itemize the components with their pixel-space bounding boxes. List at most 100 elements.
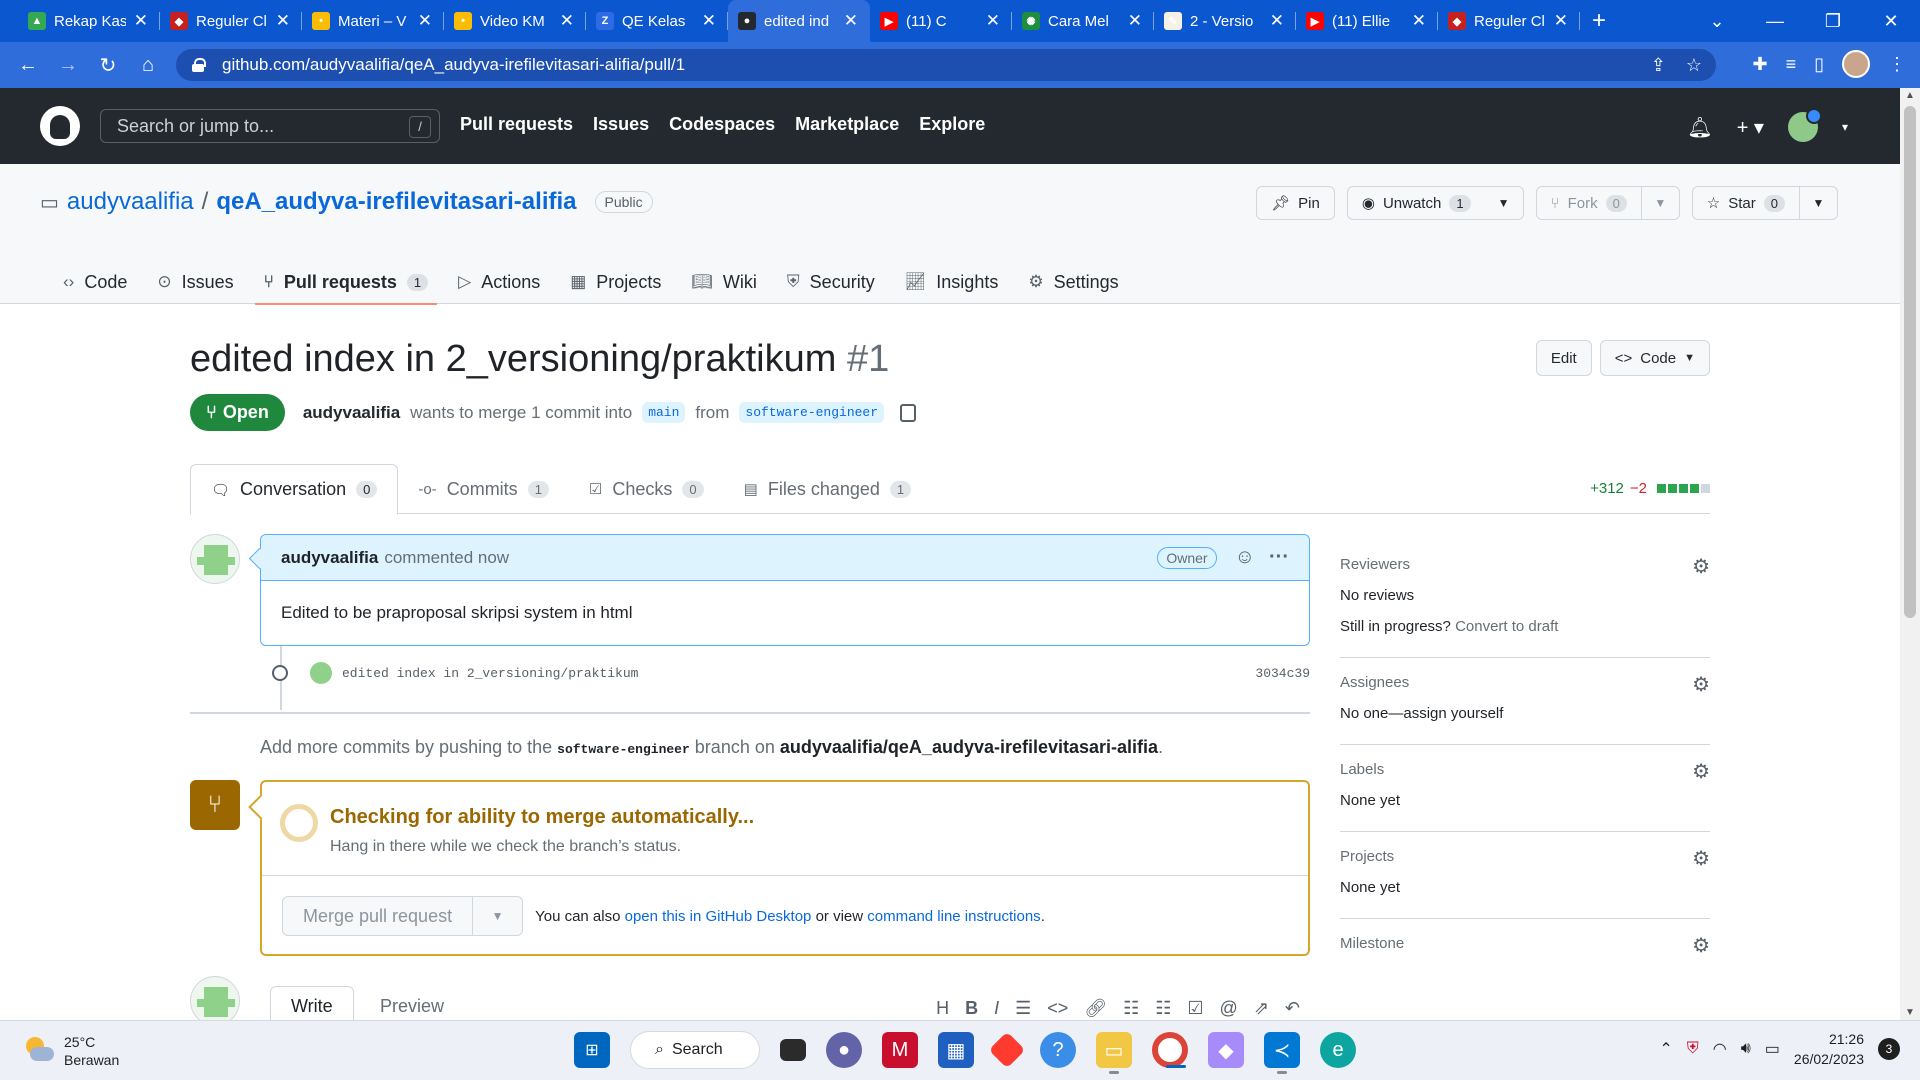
code-dropdown-button[interactable]: <> Code ▼ (1599, 340, 1710, 376)
battery-icon[interactable]: ▭ (1765, 1039, 1780, 1059)
page-scrollbar[interactable]: ▲ ▼ (1900, 88, 1920, 1020)
tab-search-icon[interactable]: ⌄ (1688, 11, 1746, 32)
tab-security[interactable]: ⛨ Security (772, 260, 890, 304)
close-tab-icon[interactable]: ✕ (134, 11, 148, 31)
projects-heading[interactable]: Projects (1340, 848, 1710, 865)
labels-heading[interactable]: Labels (1340, 761, 1710, 778)
restore-button[interactable]: ❐ (1804, 11, 1862, 32)
github-desktop-link[interactable]: open this in GitHub Desktop (625, 908, 812, 925)
edit-title-button[interactable]: Edit (1535, 340, 1592, 376)
link-icon[interactable]: 🔗︎ (1084, 998, 1107, 1019)
cross-reference-icon[interactable]: ⇗ (1254, 998, 1269, 1019)
chevron-down-icon[interactable]: ▾ (1842, 120, 1848, 134)
forward-icon[interactable]: → (48, 54, 88, 77)
tab-issues[interactable]: ⊙ Issues (142, 260, 248, 304)
copy-icon[interactable] (900, 403, 917, 422)
back-icon[interactable]: ← (8, 54, 48, 77)
chevron-up-icon[interactable]: ⌃ (1659, 1039, 1672, 1059)
close-window-button[interactable]: ✕ (1862, 11, 1920, 32)
volume-icon[interactable]: 🔊︎ (1741, 1040, 1751, 1058)
close-tab-icon[interactable]: ✕ (844, 11, 858, 31)
browser-tab[interactable]: • Materi – V ✕ (302, 0, 444, 42)
merge-pull-request-button[interactable]: Merge pull request ▼ (282, 896, 524, 936)
bookmark-star-icon[interactable]: ☆ (1686, 55, 1702, 76)
new-tab-button[interactable]: + (1592, 7, 1606, 35)
close-tab-icon[interactable]: ✕ (418, 11, 432, 31)
close-tab-icon[interactable]: ✕ (1128, 11, 1142, 31)
github-search-input[interactable]: Search or jump to... / (100, 109, 440, 143)
browser-tab[interactable]: ▶ (11) Ellie ✕ (1296, 0, 1438, 42)
browser-tab[interactable]: ▶ (11) C ✕ (870, 0, 1012, 42)
browser-tab[interactable]: ◆ Reguler Cl ✕ (160, 0, 302, 42)
commit-sha-link[interactable]: 3034c39 (1255, 666, 1310, 681)
windows-start-icon[interactable]: ⊞ (574, 1032, 610, 1068)
pr-author-link[interactable]: audyvaalifia (303, 403, 400, 423)
chrome-menu-icon[interactable]: ⋮ (1888, 54, 1906, 75)
commit-author-avatar[interactable] (310, 662, 332, 684)
task-view-icon[interactable] (780, 1039, 806, 1061)
nav-link[interactable]: Issues (593, 114, 649, 135)
assignees-value[interactable]: No one—assign yourself (1340, 705, 1710, 722)
reviewers-heading[interactable]: Reviewers (1340, 556, 1710, 573)
commit-message-link[interactable]: edited index in 2_versioning/praktikum (342, 666, 638, 681)
nav-link[interactable]: Codespaces (669, 114, 775, 135)
chevron-down-icon[interactable]: ▼ (472, 897, 522, 935)
reply-icon[interactable]: ↶ (1285, 998, 1300, 1019)
chevron-down-icon[interactable]: ▼ (1799, 187, 1837, 219)
clock[interactable]: 21:26 26/02/2023 (1794, 1029, 1864, 1069)
browser-tab[interactable]: ✎ 2 - Versio ✕ (1154, 0, 1296, 42)
milestone-heading[interactable]: Milestone (1340, 935, 1710, 952)
gear-icon[interactable]: ⚙ (1692, 846, 1710, 871)
gear-icon[interactable]: ⚙ (1692, 554, 1710, 579)
tab-conversation[interactable]: 🗨︎ Conversation 0 (190, 464, 399, 515)
star-button[interactable]: ☆ Star 0 ▼ (1691, 186, 1838, 220)
tab-wiki[interactable]: 📖︎ Wiki (676, 260, 772, 304)
create-new-icon[interactable]: + ▾ (1737, 115, 1764, 140)
reload-icon[interactable]: ↻ (88, 53, 128, 78)
code-icon[interactable]: <> (1047, 998, 1068, 1019)
profile-avatar[interactable] (1842, 50, 1870, 78)
italic-icon[interactable]: I (994, 998, 999, 1019)
file-explorer-icon[interactable]: ▭ (1096, 1032, 1132, 1074)
nav-link[interactable]: Explore (919, 114, 985, 135)
app-icon[interactable] (988, 1031, 1026, 1069)
comment-timestamp[interactable]: commented now (384, 548, 509, 568)
bold-icon[interactable]: B (965, 998, 978, 1019)
tab-commits[interactable]: -o- Commits 1 (398, 464, 569, 514)
user-avatar[interactable] (1787, 108, 1822, 142)
minimize-button[interactable]: — (1746, 11, 1804, 32)
scrollbar-thumb[interactable] (1904, 106, 1916, 618)
numbered-list-icon[interactable]: ☷ (1155, 998, 1171, 1019)
browser-tab[interactable]: ● edited ind ✕ (728, 0, 870, 42)
browser-tab[interactable]: ▲ Rekap Kasus ✕ (18, 0, 160, 42)
close-tab-icon[interactable]: ✕ (1412, 11, 1426, 31)
help-icon[interactable]: ? (1040, 1032, 1076, 1068)
notification-count[interactable]: 3 (1878, 1038, 1900, 1060)
fork-button[interactable]: ⑂ Fork 0 ▼ (1535, 186, 1680, 220)
mcafee-icon[interactable]: M (882, 1032, 918, 1068)
taskbar-search[interactable]: ⌕ Search (630, 1031, 760, 1069)
avatar[interactable] (190, 534, 240, 584)
heading-icon[interactable]: H (936, 998, 949, 1019)
share-icon[interactable]: ⇪ (1651, 55, 1666, 76)
quote-icon[interactable]: ☰ (1015, 998, 1031, 1019)
smiley-icon[interactable]: ☺ (1235, 546, 1255, 569)
tab-insights[interactable]: 📈︎ Insights (890, 260, 1014, 304)
gear-icon[interactable]: ⚙ (1692, 672, 1710, 697)
kebab-menu-icon[interactable]: ··· (1269, 546, 1289, 569)
tab-checks[interactable]: ☑ Checks 0 (569, 464, 724, 514)
unwatch-button[interactable]: ◉ Unwatch 1 ▼ (1346, 186, 1524, 220)
chrome-icon[interactable] (1152, 1032, 1188, 1068)
nav-link[interactable]: Pull requests (460, 114, 573, 135)
close-tab-icon[interactable]: ✕ (986, 11, 1000, 31)
repo-name-link[interactable]: qeA_audyva-irefilevitasari-alifia (216, 188, 576, 216)
close-tab-icon[interactable]: ✕ (1270, 11, 1284, 31)
security-icon[interactable]: ⛨ (1687, 1040, 1699, 1058)
tab-projects[interactable]: ▦ Projects (555, 260, 676, 304)
gear-icon[interactable]: ⚙ (1692, 759, 1710, 784)
tab-settings[interactable]: ⚙ Settings (1013, 260, 1133, 304)
weather-widget[interactable]: 25°C Berawan (22, 1033, 119, 1069)
close-tab-icon[interactable]: ✕ (276, 11, 290, 31)
side-panel-icon[interactable]: ▯ (1814, 54, 1824, 75)
comment-author-link[interactable]: audyvaalifia (281, 548, 378, 568)
